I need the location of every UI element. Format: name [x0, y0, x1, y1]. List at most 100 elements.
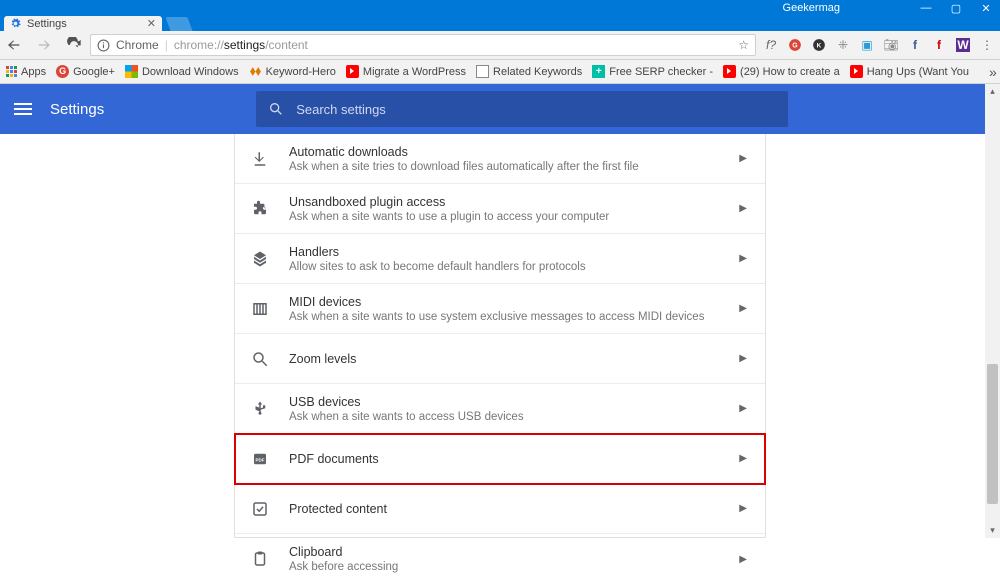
svg-text:K: K — [817, 42, 822, 49]
extension-icons: f? G K ⁜ ▣ 📷︎ f f W ⋮ — [764, 38, 994, 52]
vertical-scrollbar[interactable]: ▴ ▾ — [985, 84, 1000, 538]
bookmark-how-to-create[interactable]: (29) How to create a — [723, 65, 840, 78]
browser-tab[interactable]: Settings ✕ — [4, 16, 162, 31]
window-titlebar: Geekermag — ▢ ✕ — [0, 0, 1000, 16]
nav-buttons — [6, 37, 82, 53]
chevron-right-icon: ▶ — [739, 253, 747, 264]
toolbar: Chrome | chrome://settings/content ☆ f? … — [0, 31, 1000, 60]
window-user: Geekermag — [783, 2, 840, 14]
download-icon — [249, 150, 271, 168]
settings-title: Settings — [50, 101, 104, 118]
gear-icon — [10, 18, 21, 29]
pdf-icon: PDF — [249, 450, 271, 468]
address-bar[interactable]: Chrome | chrome://settings/content ☆ — [90, 34, 756, 56]
plugin-icon — [249, 200, 271, 218]
settings-header: Settings Search settings — [0, 84, 1000, 134]
row-title: Zoom levels — [289, 352, 739, 366]
url-text: chrome://settings/content — [174, 38, 308, 52]
chevron-right-icon: ▶ — [739, 554, 747, 565]
settings-content: Automatic downloads Ask when a site tries… — [0, 134, 1000, 538]
midi-icon — [249, 300, 271, 318]
chevron-right-icon: ▶ — [739, 453, 747, 464]
clipboard-icon — [249, 550, 271, 568]
bookmark-keyword-hero[interactable]: Keyword-Hero — [249, 65, 336, 78]
row-subtitle: Ask when a site wants to use system excl… — [289, 311, 739, 323]
forward-button — [36, 37, 52, 53]
settings-row-plugin[interactable]: Unsandboxed plugin access Ask when a site… — [235, 184, 765, 234]
row-subtitle: Ask before accessing — [289, 561, 739, 573]
scroll-thumb[interactable] — [987, 364, 998, 504]
bookmarks-bar: Apps GGoogle+ Download Windows Keyword-H… — [0, 60, 1000, 84]
bookmark-related-keywords[interactable]: Related Keywords — [476, 65, 582, 78]
row-title: Unsandboxed plugin access — [289, 195, 739, 209]
ext-save[interactable]: ▣ — [860, 38, 874, 52]
chevron-right-icon: ▶ — [739, 203, 747, 214]
handlers-icon — [249, 250, 271, 268]
new-tab-button[interactable] — [165, 17, 192, 31]
hamburger-menu-button[interactable] — [14, 103, 32, 115]
settings-card: Automatic downloads Ask when a site tries… — [234, 134, 766, 538]
scroll-up-button[interactable]: ▴ — [985, 84, 1000, 99]
row-title: Handlers — [289, 245, 739, 259]
reload-button[interactable] — [66, 37, 82, 53]
ext-fb-icon[interactable]: f — [908, 38, 922, 52]
chevron-right-icon: ▶ — [739, 153, 747, 164]
bookmark-hang-ups[interactable]: Hang Ups (Want You — [850, 65, 969, 78]
back-button[interactable] — [6, 37, 22, 53]
settings-row-handlers[interactable]: Handlers Allow sites to ask to become def… — [235, 234, 765, 284]
protected-icon — [249, 500, 271, 518]
settings-row-usb[interactable]: USB devices Ask when a site wants to acce… — [235, 384, 765, 434]
row-title: Automatic downloads — [289, 145, 739, 159]
row-subtitle: Ask when a site tries to download files … — [289, 161, 739, 173]
search-placeholder: Search settings — [296, 102, 386, 117]
ext-plus[interactable]: ⁜ — [836, 38, 850, 52]
close-window-button[interactable]: ✕ — [980, 2, 992, 15]
tab-close-icon[interactable]: ✕ — [147, 17, 156, 30]
svg-text:PDF: PDF — [256, 457, 265, 462]
svg-text:G: G — [792, 42, 798, 49]
settings-row-zoom[interactable]: Zoom levels▶ — [235, 334, 765, 384]
zoom-icon — [249, 350, 271, 368]
chevron-right-icon: ▶ — [739, 503, 747, 514]
bookmark-google-plus[interactable]: GGoogle+ — [56, 65, 115, 78]
settings-row-clipboard[interactable]: Clipboard Ask before accessing▶ — [235, 534, 765, 584]
window-controls: — ▢ ✕ — [920, 2, 992, 15]
row-title: Protected content — [289, 502, 739, 516]
ext-camera-icon[interactable]: 📷︎ — [884, 38, 898, 52]
row-title: Clipboard — [289, 545, 739, 559]
row-subtitle: Ask when a site wants to access USB devi… — [289, 411, 739, 423]
row-subtitle: Ask when a site wants to use a plugin to… — [289, 211, 739, 223]
ext-g[interactable]: G — [788, 38, 802, 52]
row-title: USB devices — [289, 395, 739, 409]
url-scheme-label: Chrome — [116, 38, 159, 52]
apps-button[interactable]: Apps — [6, 66, 46, 78]
row-subtitle: Allow sites to ask to become default han… — [289, 261, 739, 273]
settings-search-input[interactable]: Search settings — [256, 91, 788, 127]
ext-fp[interactable]: f? — [764, 38, 778, 52]
chevron-right-icon: ▶ — [739, 403, 747, 414]
row-title: PDF documents — [289, 452, 739, 466]
settings-row-midi[interactable]: MIDI devicesAsk when a site wants to use… — [235, 284, 765, 334]
minimize-button[interactable]: — — [920, 2, 932, 15]
tab-title: Settings — [27, 18, 141, 30]
bookmarks-overflow-button[interactable]: » — [989, 64, 997, 80]
ext-f2-icon[interactable]: f — [932, 38, 946, 52]
ext-w-icon[interactable]: W — [956, 38, 970, 52]
bookmark-migrate-wordpress[interactable]: Migrate a WordPress — [346, 65, 466, 78]
usb-icon — [249, 400, 271, 418]
scroll-down-button[interactable]: ▾ — [985, 523, 1000, 538]
info-icon — [97, 39, 110, 52]
settings-row-protected[interactable]: Protected content▶ — [235, 484, 765, 534]
settings-row-pdf[interactable]: PDF PDF documents▶ — [235, 434, 765, 484]
ext-k[interactable]: K — [812, 38, 826, 52]
tab-strip: Settings ✕ — [0, 16, 1000, 31]
bookmark-download-windows[interactable]: Download Windows — [125, 65, 239, 78]
bookmark-free-serp[interactable]: +Free SERP checker - — [592, 65, 713, 78]
maximize-button[interactable]: ▢ — [950, 2, 962, 15]
chevron-right-icon: ▶ — [739, 303, 747, 314]
chrome-menu-button[interactable]: ⋮ — [980, 38, 994, 52]
star-icon[interactable]: ☆ — [738, 38, 749, 52]
chevron-right-icon: ▶ — [739, 353, 747, 364]
settings-row-download[interactable]: Automatic downloads Ask when a site tries… — [235, 134, 765, 184]
search-icon — [268, 101, 284, 117]
